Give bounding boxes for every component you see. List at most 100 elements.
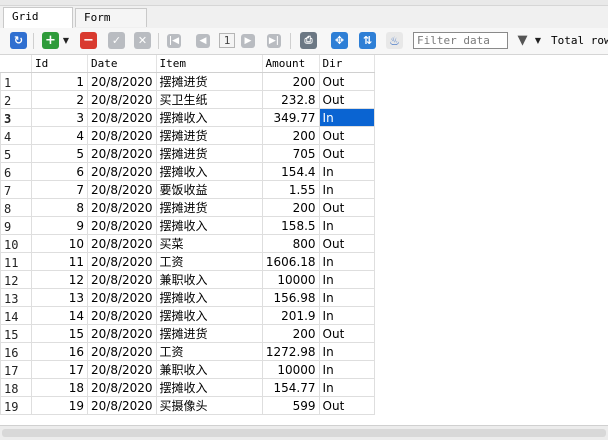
row-number[interactable]: 1 bbox=[0, 72, 32, 91]
cell-date[interactable]: 20/8/2020 bbox=[87, 288, 157, 307]
cell-item[interactable]: 工资 bbox=[155, 252, 263, 271]
table-row[interactable]: 18 18 20/8/2020 摆摊收入 154.77 In bbox=[0, 378, 375, 397]
cell-amount[interactable]: 200 bbox=[261, 126, 320, 145]
cell-item[interactable]: 买菜 bbox=[155, 234, 263, 253]
cell-amount[interactable]: 599 bbox=[261, 396, 320, 415]
column-header-amount[interactable]: Amount bbox=[262, 55, 320, 73]
table-row[interactable]: 4 4 20/8/2020 摆摊进货 200 Out bbox=[0, 126, 375, 145]
cell-date[interactable]: 20/8/2020 bbox=[87, 270, 157, 289]
cell-amount[interactable]: 1.55 bbox=[261, 180, 320, 199]
cell-date[interactable]: 20/8/2020 bbox=[87, 342, 157, 361]
page-number[interactable]: 1 bbox=[219, 33, 235, 48]
table-row[interactable]: 17 17 20/8/2020 兼职收入 10000 In bbox=[0, 360, 375, 379]
cell-item[interactable]: 摆摊收入 bbox=[155, 378, 263, 397]
cell-date[interactable]: 20/8/2020 bbox=[87, 324, 157, 343]
table-row[interactable]: 1 1 20/8/2020 摆摊进货 200 Out bbox=[0, 72, 375, 91]
cell-item[interactable]: 买卫生纸 bbox=[155, 90, 263, 109]
cell-amount[interactable]: 232.8 bbox=[261, 90, 320, 109]
cell-dir[interactable]: In bbox=[318, 378, 375, 397]
horizontal-scrollbar[interactable] bbox=[2, 429, 606, 437]
cell-item[interactable]: 兼职收入 bbox=[155, 270, 263, 289]
cell-id[interactable]: 15 bbox=[31, 324, 88, 343]
expand-columns-icon[interactable]: ✥ bbox=[331, 32, 348, 49]
cell-id[interactable]: 19 bbox=[31, 396, 88, 415]
table-row[interactable]: 7 7 20/8/2020 要饭收益 1.55 In bbox=[0, 180, 375, 199]
clear-filter-icon[interactable]: ♨ bbox=[386, 32, 403, 49]
cell-amount[interactable]: 201.9 bbox=[261, 306, 320, 325]
table-row[interactable]: 14 14 20/8/2020 摆摊收入 201.9 In bbox=[0, 306, 375, 325]
refresh-icon[interactable]: ↻ bbox=[10, 32, 27, 49]
table-row[interactable]: 9 9 20/8/2020 摆摊收入 158.5 In bbox=[0, 216, 375, 235]
filter-input[interactable] bbox=[413, 32, 508, 49]
cell-id[interactable]: 7 bbox=[31, 180, 88, 199]
row-number[interactable]: 3 bbox=[0, 108, 32, 127]
row-number[interactable]: 12 bbox=[0, 270, 32, 289]
cell-item[interactable]: 要饭收益 bbox=[155, 180, 263, 199]
cell-dir[interactable]: Out bbox=[318, 144, 375, 163]
table-row[interactable]: 19 19 20/8/2020 买摄像头 599 Out bbox=[0, 396, 375, 415]
table-row[interactable]: 10 10 20/8/2020 买菜 800 Out bbox=[0, 234, 375, 253]
commit-check-icon[interactable]: ✓ bbox=[108, 32, 125, 49]
tab-form-view[interactable]: Form view bbox=[75, 8, 147, 42]
cell-id[interactable]: 4 bbox=[31, 126, 88, 145]
row-number[interactable]: 9 bbox=[0, 216, 32, 235]
row-number[interactable]: 2 bbox=[0, 90, 32, 109]
table-row[interactable]: 16 16 20/8/2020 工资 1272.98 In bbox=[0, 342, 375, 361]
cell-id[interactable]: 18 bbox=[31, 378, 88, 397]
cell-id[interactable]: 6 bbox=[31, 162, 88, 181]
cell-dir[interactable]: In bbox=[318, 288, 375, 307]
first-page-icon[interactable]: |◀ bbox=[167, 34, 181, 48]
cell-date[interactable]: 20/8/2020 bbox=[87, 162, 157, 181]
cell-dir[interactable]: Out bbox=[318, 126, 375, 145]
cell-id[interactable]: 12 bbox=[31, 270, 88, 289]
row-number[interactable]: 18 bbox=[0, 378, 32, 397]
row-number[interactable]: 11 bbox=[0, 252, 32, 271]
cell-amount[interactable]: 158.5 bbox=[261, 216, 320, 235]
row-number[interactable]: 4 bbox=[0, 126, 32, 145]
cell-item[interactable]: 摆摊进货 bbox=[155, 72, 263, 91]
table-row[interactable]: 11 11 20/8/2020 工资 1606.18 In bbox=[0, 252, 375, 271]
cell-id[interactable]: 2 bbox=[31, 90, 88, 109]
table-row[interactable]: 8 8 20/8/2020 摆摊进货 200 Out bbox=[0, 198, 375, 217]
cell-amount[interactable]: 10000 bbox=[261, 270, 320, 289]
cell-item[interactable]: 摆摊进货 bbox=[155, 144, 263, 163]
cell-dir[interactable]: Out bbox=[318, 90, 375, 109]
cell-date[interactable]: 20/8/2020 bbox=[87, 252, 157, 271]
cell-amount[interactable]: 200 bbox=[261, 198, 320, 217]
cell-item[interactable]: 摆摊收入 bbox=[155, 306, 263, 325]
last-page-icon[interactable]: ▶| bbox=[267, 34, 281, 48]
table-row[interactable]: 15 15 20/8/2020 摆摊进货 200 Out bbox=[0, 324, 375, 343]
cell-amount[interactable]: 154.4 bbox=[261, 162, 320, 181]
cell-date[interactable]: 20/8/2020 bbox=[87, 378, 157, 397]
cell-dir[interactable]: Out bbox=[318, 396, 375, 415]
print-icon[interactable]: ⎙ bbox=[300, 32, 317, 49]
add-row-button[interactable]: + bbox=[42, 32, 59, 49]
next-page-icon[interactable]: ▶ bbox=[241, 34, 255, 48]
cell-date[interactable]: 20/8/2020 bbox=[87, 396, 157, 415]
cell-id[interactable]: 8 bbox=[31, 198, 88, 217]
row-number[interactable]: 6 bbox=[0, 162, 32, 181]
cell-amount[interactable]: 10000 bbox=[261, 360, 320, 379]
delete-row-button[interactable]: − bbox=[80, 32, 97, 49]
collapse-columns-icon[interactable]: ⇅ bbox=[359, 32, 376, 49]
cell-id[interactable]: 14 bbox=[31, 306, 88, 325]
cell-item[interactable]: 摆摊进货 bbox=[155, 198, 263, 217]
cell-id[interactable]: 3 bbox=[31, 108, 88, 127]
cell-dir[interactable]: In bbox=[318, 360, 375, 379]
cell-item[interactable]: 摆摊进货 bbox=[155, 324, 263, 343]
cell-dir[interactable]: In bbox=[318, 162, 375, 181]
table-row[interactable]: 2 2 20/8/2020 买卫生纸 232.8 Out bbox=[0, 90, 375, 109]
cell-item[interactable]: 买摄像头 bbox=[155, 396, 263, 415]
table-row[interactable]: 12 12 20/8/2020 兼职收入 10000 In bbox=[0, 270, 375, 289]
cell-item[interactable]: 兼职收入 bbox=[155, 360, 263, 379]
cell-dir[interactable]: Out bbox=[318, 198, 375, 217]
row-number[interactable]: 8 bbox=[0, 198, 32, 217]
cell-dir[interactable]: In bbox=[318, 108, 375, 127]
table-row[interactable]: 6 6 20/8/2020 摆摊收入 154.4 In bbox=[0, 162, 375, 181]
cell-dir[interactable]: In bbox=[318, 270, 375, 289]
cell-id[interactable]: 1 bbox=[31, 72, 88, 91]
table-row[interactable]: 5 5 20/8/2020 摆摊进货 705 Out bbox=[0, 144, 375, 163]
cell-item[interactable]: 摆摊进货 bbox=[155, 126, 263, 145]
cell-date[interactable]: 20/8/2020 bbox=[87, 360, 157, 379]
row-number[interactable]: 13 bbox=[0, 288, 32, 307]
